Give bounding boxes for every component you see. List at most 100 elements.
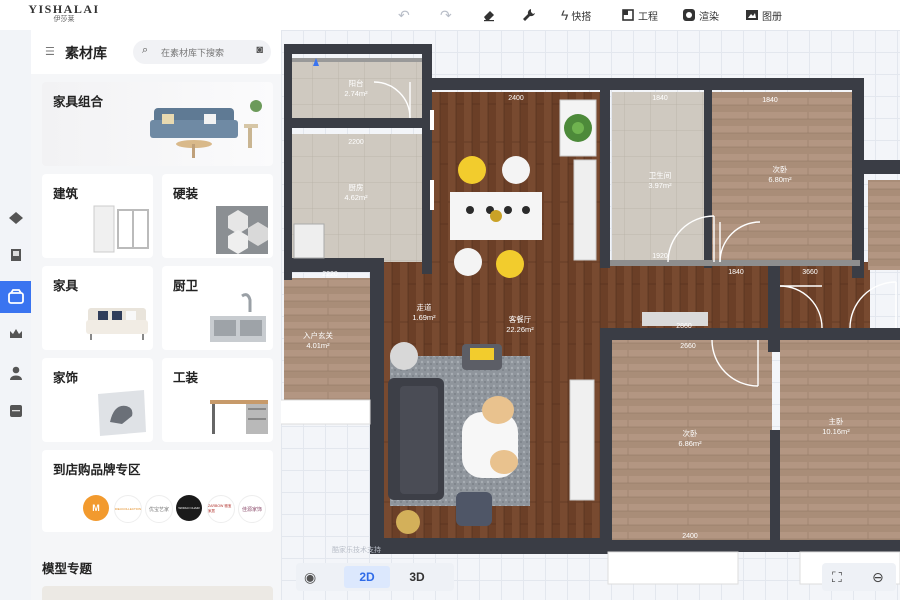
card-hardware[interactable]: 硬装 — [162, 174, 273, 258]
brand-name: 佳源家饰 — [241, 506, 262, 513]
view-2d-button[interactable]: 2D — [344, 566, 390, 588]
fit-view-icon[interactable]: ⛶ — [832, 569, 842, 586]
camera-icon[interactable]: ◙ — [256, 44, 263, 56]
sofa-image — [86, 308, 148, 340]
cube-box-icon — [7, 289, 24, 304]
card-kitchen-bath[interactable]: 厨卫 — [162, 266, 273, 350]
brand-name: 优宝艺家 — [148, 506, 169, 513]
card-label: 硬装 — [173, 187, 199, 201]
card-label: 到店购品牌专区 — [53, 463, 141, 477]
engineering-label: 工程 — [638, 11, 658, 23]
logo-sub: 伊莎莱 — [53, 16, 75, 23]
card-furniture-set[interactable]: 家具组合 — [42, 82, 273, 166]
engineering-button[interactable]: 工程 — [621, 6, 658, 24]
room-label: 卫生间 — [649, 170, 672, 180]
building-icon — [11, 249, 21, 261]
dimension-label: 2200 — [348, 139, 364, 146]
eraser-icon — [484, 11, 494, 22]
wrench-button[interactable] — [522, 6, 536, 24]
room-area: 6.80m² — [768, 175, 792, 184]
rail-crown-button[interactable] — [4, 322, 28, 346]
engineering-icon — [622, 9, 634, 21]
card-building[interactable]: 建筑 — [42, 174, 153, 258]
brand-logo-3[interactable]: 优宝艺家 — [145, 495, 173, 523]
dimension-label: 3660 — [802, 269, 818, 276]
zoom-controls: ⛶ ⊖ — [822, 563, 896, 591]
list-icon[interactable]: ☰ — [45, 45, 55, 58]
brand-name: WORLD CHAIR — [178, 506, 200, 510]
quick-button[interactable]: ϟ 快搭 — [561, 6, 591, 24]
dimension-label: 2400 — [682, 533, 698, 540]
undo-icon: ↶ — [398, 6, 410, 23]
rail-storage-button[interactable] — [4, 399, 28, 423]
room-label: 阳台 — [349, 78, 364, 88]
card-label: 建筑 — [53, 187, 79, 201]
room-label: 入户玄关 — [303, 330, 333, 340]
brand-logo-5[interactable]: ZARBOW 雅宝家居 — [207, 495, 235, 523]
card-decor[interactable]: 家饰 — [42, 358, 153, 442]
brand-logo-6[interactable]: 佳源家饰 — [238, 495, 266, 523]
card-tooling[interactable]: 工装 — [162, 358, 273, 442]
dimension-label: 2860 — [676, 323, 692, 330]
home-shape-icon — [9, 212, 23, 224]
tile-image — [216, 206, 268, 254]
room-label: 次卧 — [773, 164, 788, 174]
drawings-button[interactable]: 图册 — [745, 6, 782, 24]
room-label: 走道 — [417, 302, 432, 312]
eye-icon[interactable]: ◉ — [304, 569, 316, 586]
room-area: 4.62m² — [344, 193, 368, 202]
dimension-label: 1920 — [652, 253, 668, 260]
view-3d-button[interactable]: 3D — [394, 566, 440, 588]
wrench-icon — [523, 9, 535, 21]
search-box: ⌕ ◙ — [133, 40, 271, 64]
render-icon — [683, 9, 695, 21]
rail-user-button[interactable] — [4, 361, 28, 385]
floor-plan-canvas[interactable]: 阳台 2.74m² 厨房 4.62m² 卫生间 3.97m² 次卧 6.80m²… — [281, 30, 900, 600]
rail-materials-button[interactable] — [0, 281, 31, 313]
logo: YISHALAI 伊莎莱 — [28, 3, 100, 24]
brand-name: DIEUCOLLECTION — [114, 507, 142, 511]
brand-name: ZARBOW 雅宝家居 — [208, 504, 232, 513]
undo-button[interactable]: ↶ — [398, 6, 413, 24]
crown-icon — [10, 329, 22, 338]
drawings-label: 图册 — [762, 11, 782, 23]
render-button[interactable]: 渲染 — [682, 6, 719, 24]
render-label: 渲染 — [699, 11, 719, 23]
room-area: 4.01m² — [306, 341, 330, 350]
desk-image — [210, 400, 268, 434]
rail-home-button[interactable] — [4, 206, 28, 230]
dimension-label: 1840 — [728, 269, 744, 276]
panel-title: 素材库 — [65, 45, 107, 61]
card-label: 厨卫 — [173, 279, 199, 293]
floor-plan: 阳台 2.74m² 厨房 4.62m² 卫生间 3.97m² 次卧 6.80m²… — [281, 44, 900, 585]
brand-name: M — [92, 503, 100, 513]
brand-logo-4[interactable]: WORLD CHAIR — [176, 495, 202, 521]
zoom-out-icon[interactable]: ⊖ — [872, 569, 884, 586]
room-area: 1.69m² — [412, 313, 436, 322]
brand-logo-1[interactable]: M — [83, 495, 109, 521]
cushion-image — [98, 390, 146, 436]
room-area: 10.16m² — [822, 427, 850, 436]
user-icon — [10, 366, 22, 380]
album-icon — [746, 10, 758, 20]
search-input[interactable] — [159, 44, 247, 62]
dimension-label: 2220 — [322, 271, 338, 278]
eraser-button[interactable] — [482, 6, 496, 24]
card-furniture[interactable]: 家具 — [42, 266, 153, 350]
redo-button[interactable]: ↷ — [440, 6, 455, 24]
dimension-label: 2400 — [508, 95, 524, 102]
top-toolbar: YISHALAI 伊莎莱 ↶ ↷ ϟ 快搭 工程 渲染 图册 — [0, 0, 900, 31]
room-label: 客餐厅 — [509, 314, 532, 324]
quick-label: 快搭 — [571, 11, 592, 23]
rail-building-button[interactable] — [4, 243, 28, 267]
dimension-label: 1840 — [652, 95, 668, 102]
storage-icon — [10, 405, 22, 417]
card-label: 家具组合 — [53, 95, 104, 109]
logo-brand: YISHALAI — [28, 2, 100, 16]
model-topic-card[interactable] — [42, 586, 273, 600]
room-label: 厨房 — [349, 182, 364, 192]
search-icon: ⌕ — [142, 44, 149, 56]
redo-icon: ↷ — [440, 6, 452, 23]
lightning-icon: ϟ — [561, 7, 569, 23]
brand-logo-2[interactable]: DIEUCOLLECTION — [114, 495, 142, 523]
